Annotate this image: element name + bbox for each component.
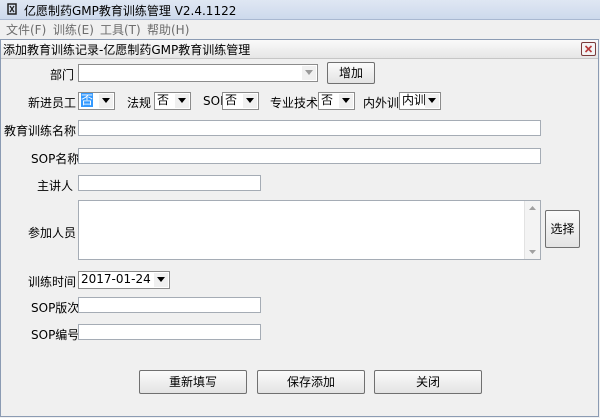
regulation-label: 法规 (127, 96, 152, 110)
sop-name-label: SOP名称 (31, 152, 80, 166)
professional-label: 专业技术 (270, 96, 319, 110)
professional-value: 否 (321, 93, 334, 107)
chevron-down-icon (246, 98, 254, 103)
training-name-label: 教育训练名称 (4, 124, 77, 138)
app-title: 亿愿制药GMP教育训练管理 V2.4.1122 (24, 4, 237, 18)
participants-textarea[interactable] (78, 200, 541, 260)
sop-version-label: SOP版次 (31, 301, 80, 315)
select-participants-button[interactable]: 选择 (545, 210, 580, 248)
chevron-down-icon (305, 70, 313, 75)
menu-file[interactable]: 文件(F) (6, 21, 46, 38)
chevron-down-icon (178, 98, 186, 103)
participants-scrollbar[interactable] (524, 201, 540, 259)
close-button[interactable]: 关闭 (374, 370, 482, 394)
professional-select[interactable]: 否 (318, 92, 355, 110)
regulation-value: 否 (157, 93, 170, 107)
new-employee-value: 否 (81, 93, 94, 107)
new-employee-label: 新进员工 (28, 96, 77, 110)
menu-training[interactable]: 训练(E) (53, 21, 94, 38)
chevron-down-icon (342, 98, 350, 103)
internal-external-label: 内外训 (363, 96, 400, 110)
training-time-picker[interactable]: 2017-01-24 (78, 271, 170, 289)
department-select[interactable] (78, 64, 318, 82)
speaker-label: 主讲人 (37, 179, 74, 193)
dialog-title: 添加教育训练记录-亿愿制药GMP教育训练管理 (3, 43, 251, 57)
internal-external-select[interactable]: 内训 (399, 92, 441, 110)
close-icon (584, 45, 593, 53)
chevron-down-icon (428, 98, 436, 103)
reset-button[interactable]: 重新填写 (139, 370, 247, 394)
participants-label: 参加人员 (28, 226, 77, 240)
department-label: 部门 (50, 68, 75, 82)
scroll-down-icon[interactable] (529, 250, 536, 254)
save-button[interactable]: 保存添加 (257, 370, 365, 394)
menu-help[interactable]: 帮助(H) (147, 21, 189, 38)
sop-name-input[interactable] (78, 148, 541, 164)
training-name-input[interactable] (78, 120, 541, 136)
scroll-up-icon[interactable] (529, 206, 536, 210)
new-employee-select[interactable]: 否 (78, 92, 115, 110)
sop-value: 否 (225, 93, 238, 107)
add-department-button[interactable]: 增加 (327, 62, 375, 84)
sop-number-label: SOP编号 (31, 328, 80, 342)
chevron-down-icon (157, 277, 165, 282)
training-time-value: 2017-01-24 (81, 272, 151, 286)
speaker-input[interactable] (78, 175, 261, 191)
app-logo-icon (7, 3, 17, 15)
sop-select[interactable]: 否 (222, 92, 259, 110)
sop-number-input[interactable] (78, 324, 261, 340)
sop-version-input[interactable] (78, 297, 261, 313)
internal-external-value: 内训 (402, 93, 427, 107)
chevron-down-icon (102, 98, 110, 103)
regulation-select[interactable]: 否 (154, 92, 191, 110)
training-time-label: 训练时间 (28, 275, 77, 289)
menu-tools[interactable]: 工具(T) (100, 21, 141, 38)
dialog-close-button[interactable] (581, 42, 596, 56)
